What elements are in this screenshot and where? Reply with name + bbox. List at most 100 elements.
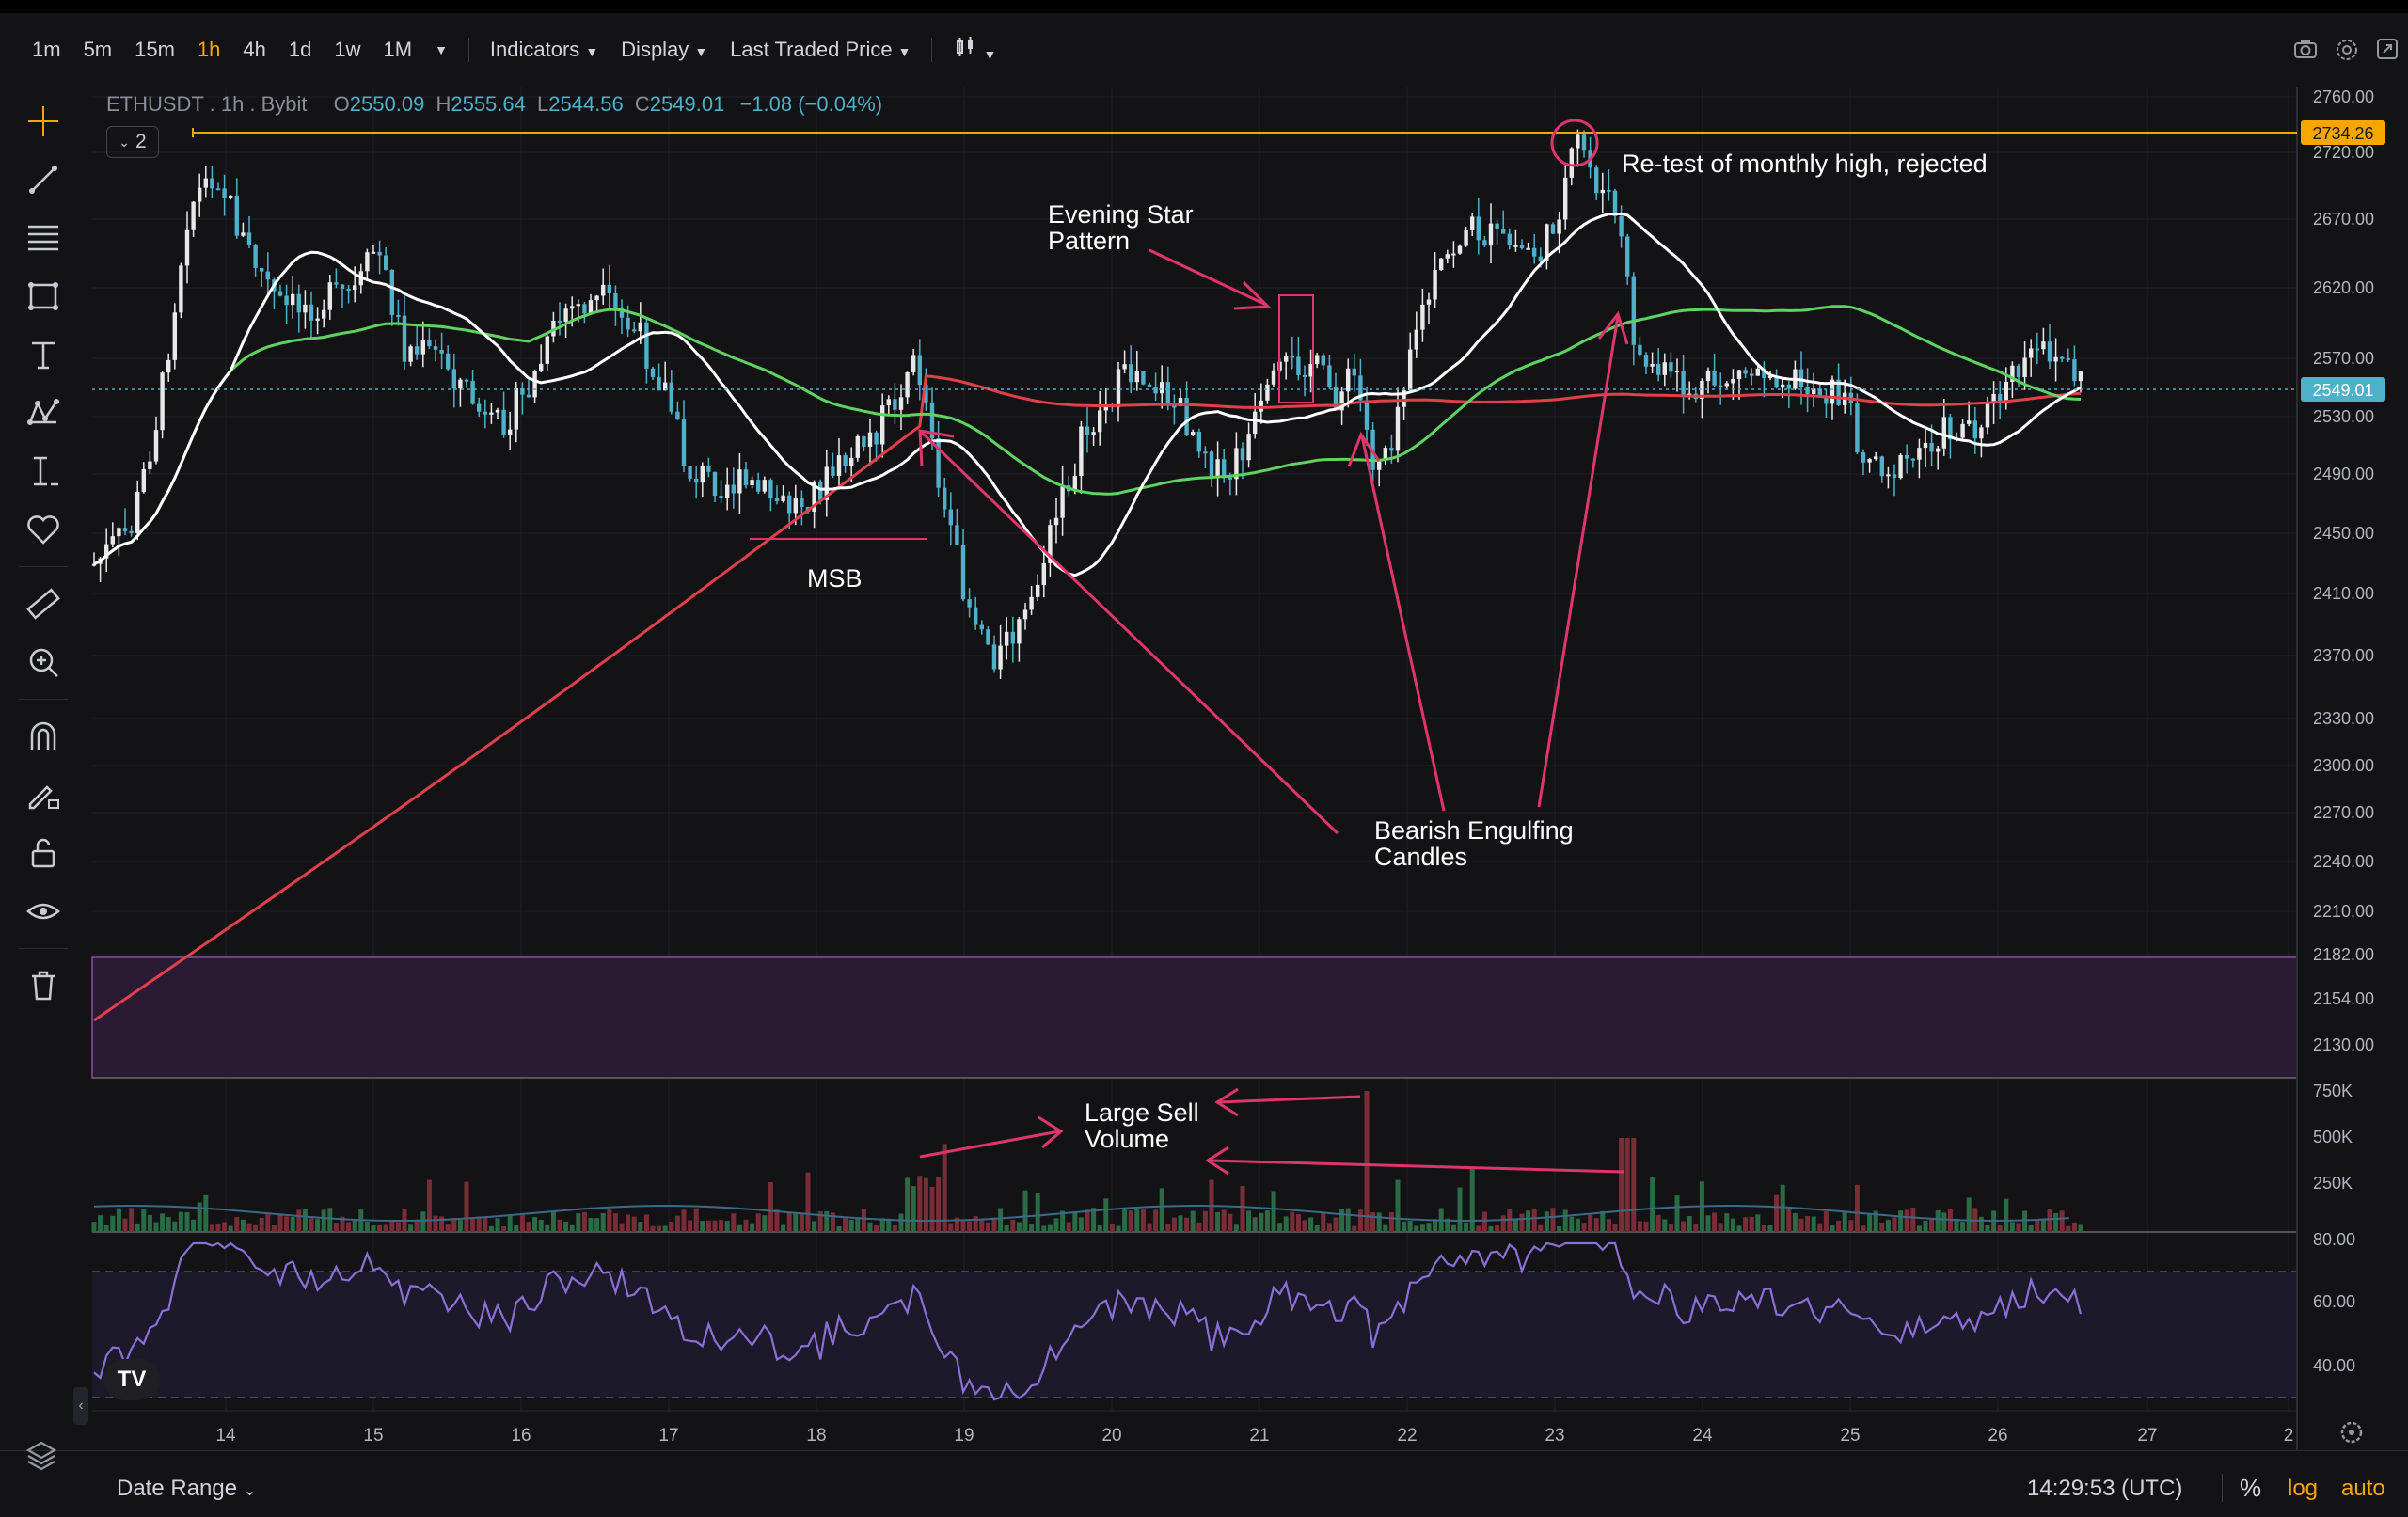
layers-button[interactable]	[24, 1439, 58, 1477]
candle-body	[2066, 357, 2070, 360]
percent-toggle[interactable]: %	[2240, 1474, 2261, 1503]
volume-bar	[1811, 1216, 1816, 1232]
timeframe-4h[interactable]: 4h	[231, 38, 277, 62]
volume-axis: 750K 500K 250K	[2313, 1082, 2353, 1193]
candle-body	[960, 545, 966, 600]
candle-body	[389, 269, 394, 315]
volume-bar	[1687, 1216, 1692, 1232]
timeframe-5m[interactable]: 5m	[72, 38, 124, 62]
auto-toggle[interactable]: auto	[2341, 1476, 2385, 1502]
volume-bar	[215, 1223, 221, 1232]
date-range-dropdown[interactable]: Date Range ⌄	[117, 1476, 256, 1502]
fullscreen-icon[interactable]	[2376, 38, 2399, 69]
candle-body	[880, 405, 885, 445]
volume-bar	[1246, 1210, 1252, 1232]
chart-type-dropdown[interactable]: ▼	[942, 35, 1007, 65]
volume-bar	[1792, 1213, 1798, 1232]
candle-body	[1631, 276, 1636, 345]
rsi-tick-label: 80.00	[2313, 1230, 2355, 1249]
volume-bar	[2059, 1210, 2065, 1232]
candle-body	[420, 340, 425, 355]
volume-bar	[1402, 1221, 1407, 1232]
price-type-dropdown[interactable]: Last Traded Price ▼	[719, 38, 922, 62]
axis-settings-button[interactable]	[2340, 1421, 2363, 1444]
volume-bar	[998, 1208, 1004, 1232]
volume-bar	[383, 1224, 388, 1232]
volume-bar	[2028, 1225, 2034, 1232]
volume-bar	[1407, 1220, 1413, 1232]
candle-body	[1079, 426, 1084, 477]
bearish-label-2: Candles	[1374, 843, 1467, 871]
volume-bar	[1097, 1225, 1102, 1232]
timeframe-15m[interactable]: 15m	[123, 38, 186, 62]
bearish-arrow-1	[920, 431, 1339, 835]
volume-bar	[160, 1213, 166, 1232]
indicators-dropdown[interactable]: Indicators ▼	[479, 38, 610, 62]
price-chart[interactable]: Re-test of monthly high, rejected Evenin…	[0, 87, 2408, 1450]
timeframe-1d[interactable]: 1d	[277, 38, 323, 62]
candle-body	[1122, 364, 1127, 370]
candle-body	[1526, 247, 1530, 250]
bearish-arrow-3	[1537, 315, 1620, 808]
volume-bar	[135, 1223, 140, 1232]
volume-bar	[1662, 1219, 1668, 1232]
volume-bar	[1457, 1187, 1463, 1232]
volume-bar	[1233, 1224, 1239, 1232]
candle-body	[1736, 370, 1742, 380]
toolbar-divider	[931, 38, 933, 62]
candle-body	[166, 359, 171, 373]
volume-bar	[874, 1225, 879, 1232]
timeframe-1w[interactable]: 1w	[323, 38, 372, 62]
candle-body	[898, 397, 904, 410]
candle-body	[1898, 454, 1903, 479]
volume-bar	[712, 1220, 718, 1232]
timeframe-1M[interactable]: 1M	[372, 38, 424, 62]
indicator-collapse-button[interactable]: ⌄ 2	[106, 126, 159, 158]
display-label: Display	[621, 38, 689, 61]
price-type-label: Last Traded Price	[730, 38, 893, 61]
volume-bar	[209, 1224, 214, 1232]
volume-bar	[327, 1208, 333, 1232]
timeframe-1h[interactable]: 1h	[186, 38, 231, 62]
candle-body	[911, 355, 916, 372]
volume-bar	[1383, 1224, 1388, 1232]
volume-bar	[333, 1222, 339, 1232]
volume-bar	[234, 1217, 240, 1232]
volume-bar	[364, 1221, 370, 1232]
volume-bar	[519, 1215, 525, 1232]
candle-body	[402, 315, 407, 362]
utc-clock[interactable]: 14:29:53 (UTC)	[2027, 1476, 2182, 1502]
camera-icon[interactable]	[2293, 38, 2318, 69]
candle-body	[750, 480, 754, 486]
volume-bar	[1823, 1211, 1829, 1232]
candle-body	[198, 187, 202, 202]
volume-bar	[116, 1208, 121, 1232]
log-toggle[interactable]: log	[2288, 1476, 2318, 1502]
candle-body	[626, 317, 630, 330]
volume-bar	[1357, 1209, 1363, 1232]
candle-body	[1576, 134, 1580, 149]
collapse-toolbar-button[interactable]: ‹	[73, 1387, 88, 1425]
candle-body	[570, 306, 575, 309]
volume-bar	[346, 1222, 352, 1232]
display-dropdown[interactable]: Display ▼	[610, 38, 719, 62]
candle-body	[1495, 223, 1499, 229]
settings-icon[interactable]	[2335, 38, 2359, 69]
volume-bar	[786, 1212, 792, 1232]
volume-bar	[426, 1179, 432, 1232]
volume-bar	[1581, 1223, 1587, 1232]
timeframe-more-dropdown[interactable]: ▼	[423, 42, 459, 57]
volume-bar	[855, 1219, 861, 1232]
candle-body	[694, 478, 699, 483]
timeframe-1m[interactable]: 1m	[21, 38, 72, 62]
volume-bar	[812, 1221, 817, 1232]
candle-body	[508, 429, 513, 435]
volume-bar	[1302, 1220, 1307, 1232]
demand-zone	[91, 956, 2298, 1079]
volume-bar	[464, 1181, 469, 1232]
volume-bar	[1345, 1208, 1351, 1232]
candle-body	[291, 293, 295, 306]
volume-bar	[929, 1187, 935, 1232]
candle-body	[1750, 373, 1754, 376]
candle-body	[1426, 299, 1432, 305]
